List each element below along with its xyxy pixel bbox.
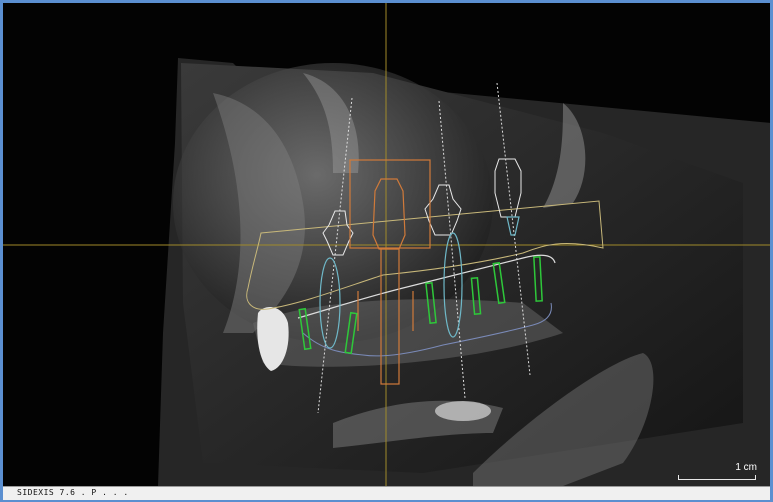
scale-bar-line	[678, 475, 756, 480]
ct-scan-image[interactable]	[3, 3, 770, 486]
scale-label: 1 cm	[735, 462, 757, 473]
status-bar: SIDEXIS 7.6 . P . . .	[3, 486, 770, 500]
scan-volume	[158, 58, 770, 486]
ct-viewer[interactable]: 1 cm	[3, 3, 770, 486]
status-text: SIDEXIS 7.6 . P . . .	[17, 488, 129, 497]
scale-bar: 1 cm	[678, 462, 763, 482]
